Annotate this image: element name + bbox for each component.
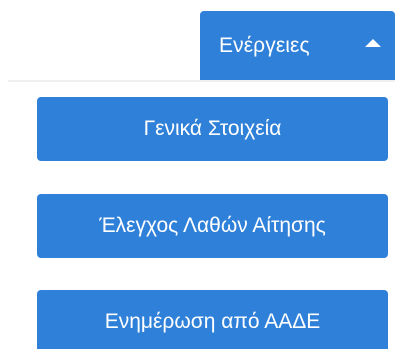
aade-update-button[interactable]: Ενημέρωση από ΑΑΔΕ [37,290,388,349]
application-error-check-label: Έλεγχος Λαθών Αίτησης [99,214,326,237]
actions-dropdown-toggle[interactable]: Ενέργειες [200,11,395,81]
aade-update-label: Ενημέρωση από ΑΑΔΕ [104,310,321,333]
actions-dropdown-panel: Ενέργειες Γενικά Στοιχεία Έλεγχος Λαθών … [0,0,395,349]
general-info-label: Γενικά Στοιχεία [143,117,282,140]
actions-toggle-label: Ενέργειες [219,34,310,57]
caret-up-icon [365,39,381,47]
dropdown-divider [8,80,395,82]
general-info-button[interactable]: Γενικά Στοιχεία [37,97,388,161]
application-error-check-button[interactable]: Έλεγχος Λαθών Αίτησης [37,194,388,258]
